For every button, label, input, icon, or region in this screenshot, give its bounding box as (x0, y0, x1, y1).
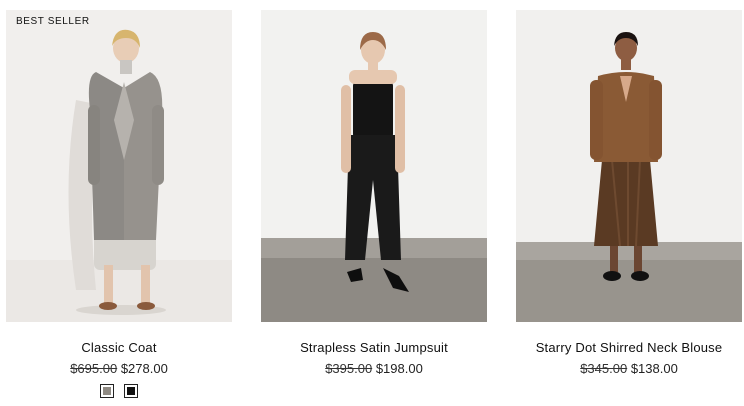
swatch-black[interactable] (124, 384, 138, 398)
sale-price: $278.00 (120, 361, 168, 376)
original-price: $395.00 (325, 361, 373, 376)
product-photo-blouse (516, 10, 742, 322)
product-image[interactable] (516, 10, 742, 322)
product-name[interactable]: Classic Coat (6, 340, 232, 355)
product-image[interactable]: BEST SELLER (6, 10, 232, 322)
product-price: $345.00 $138.00 (516, 361, 742, 376)
product-grid: BEST SELLER Classic Coat $695.00 $278.00 (0, 0, 744, 406)
product-price: $395.00 $198.00 (261, 361, 487, 376)
product-card: Starry Dot Shirred Neck Blouse $345.00 $… (516, 10, 742, 376)
sale-price: $138.00 (630, 361, 678, 376)
swatch-grey[interactable] (100, 384, 114, 398)
sale-price: $198.00 (375, 361, 423, 376)
original-price: $695.00 (70, 361, 118, 376)
product-card: Strapless Satin Jumpsuit $395.00 $198.00 (261, 10, 487, 376)
product-photo-coat (6, 10, 232, 322)
product-card: BEST SELLER Classic Coat $695.00 $278.00 (6, 10, 232, 398)
product-photo-jumpsuit (261, 10, 487, 322)
product-price: $695.00 $278.00 (6, 361, 232, 376)
best-seller-badge: BEST SELLER (16, 16, 90, 27)
product-name[interactable]: Strapless Satin Jumpsuit (261, 340, 487, 355)
color-swatches (6, 384, 232, 398)
swatch-fill (103, 387, 111, 395)
original-price: $345.00 (580, 361, 628, 376)
swatch-fill (127, 387, 135, 395)
product-name[interactable]: Starry Dot Shirred Neck Blouse (516, 340, 742, 355)
product-image[interactable] (261, 10, 487, 322)
